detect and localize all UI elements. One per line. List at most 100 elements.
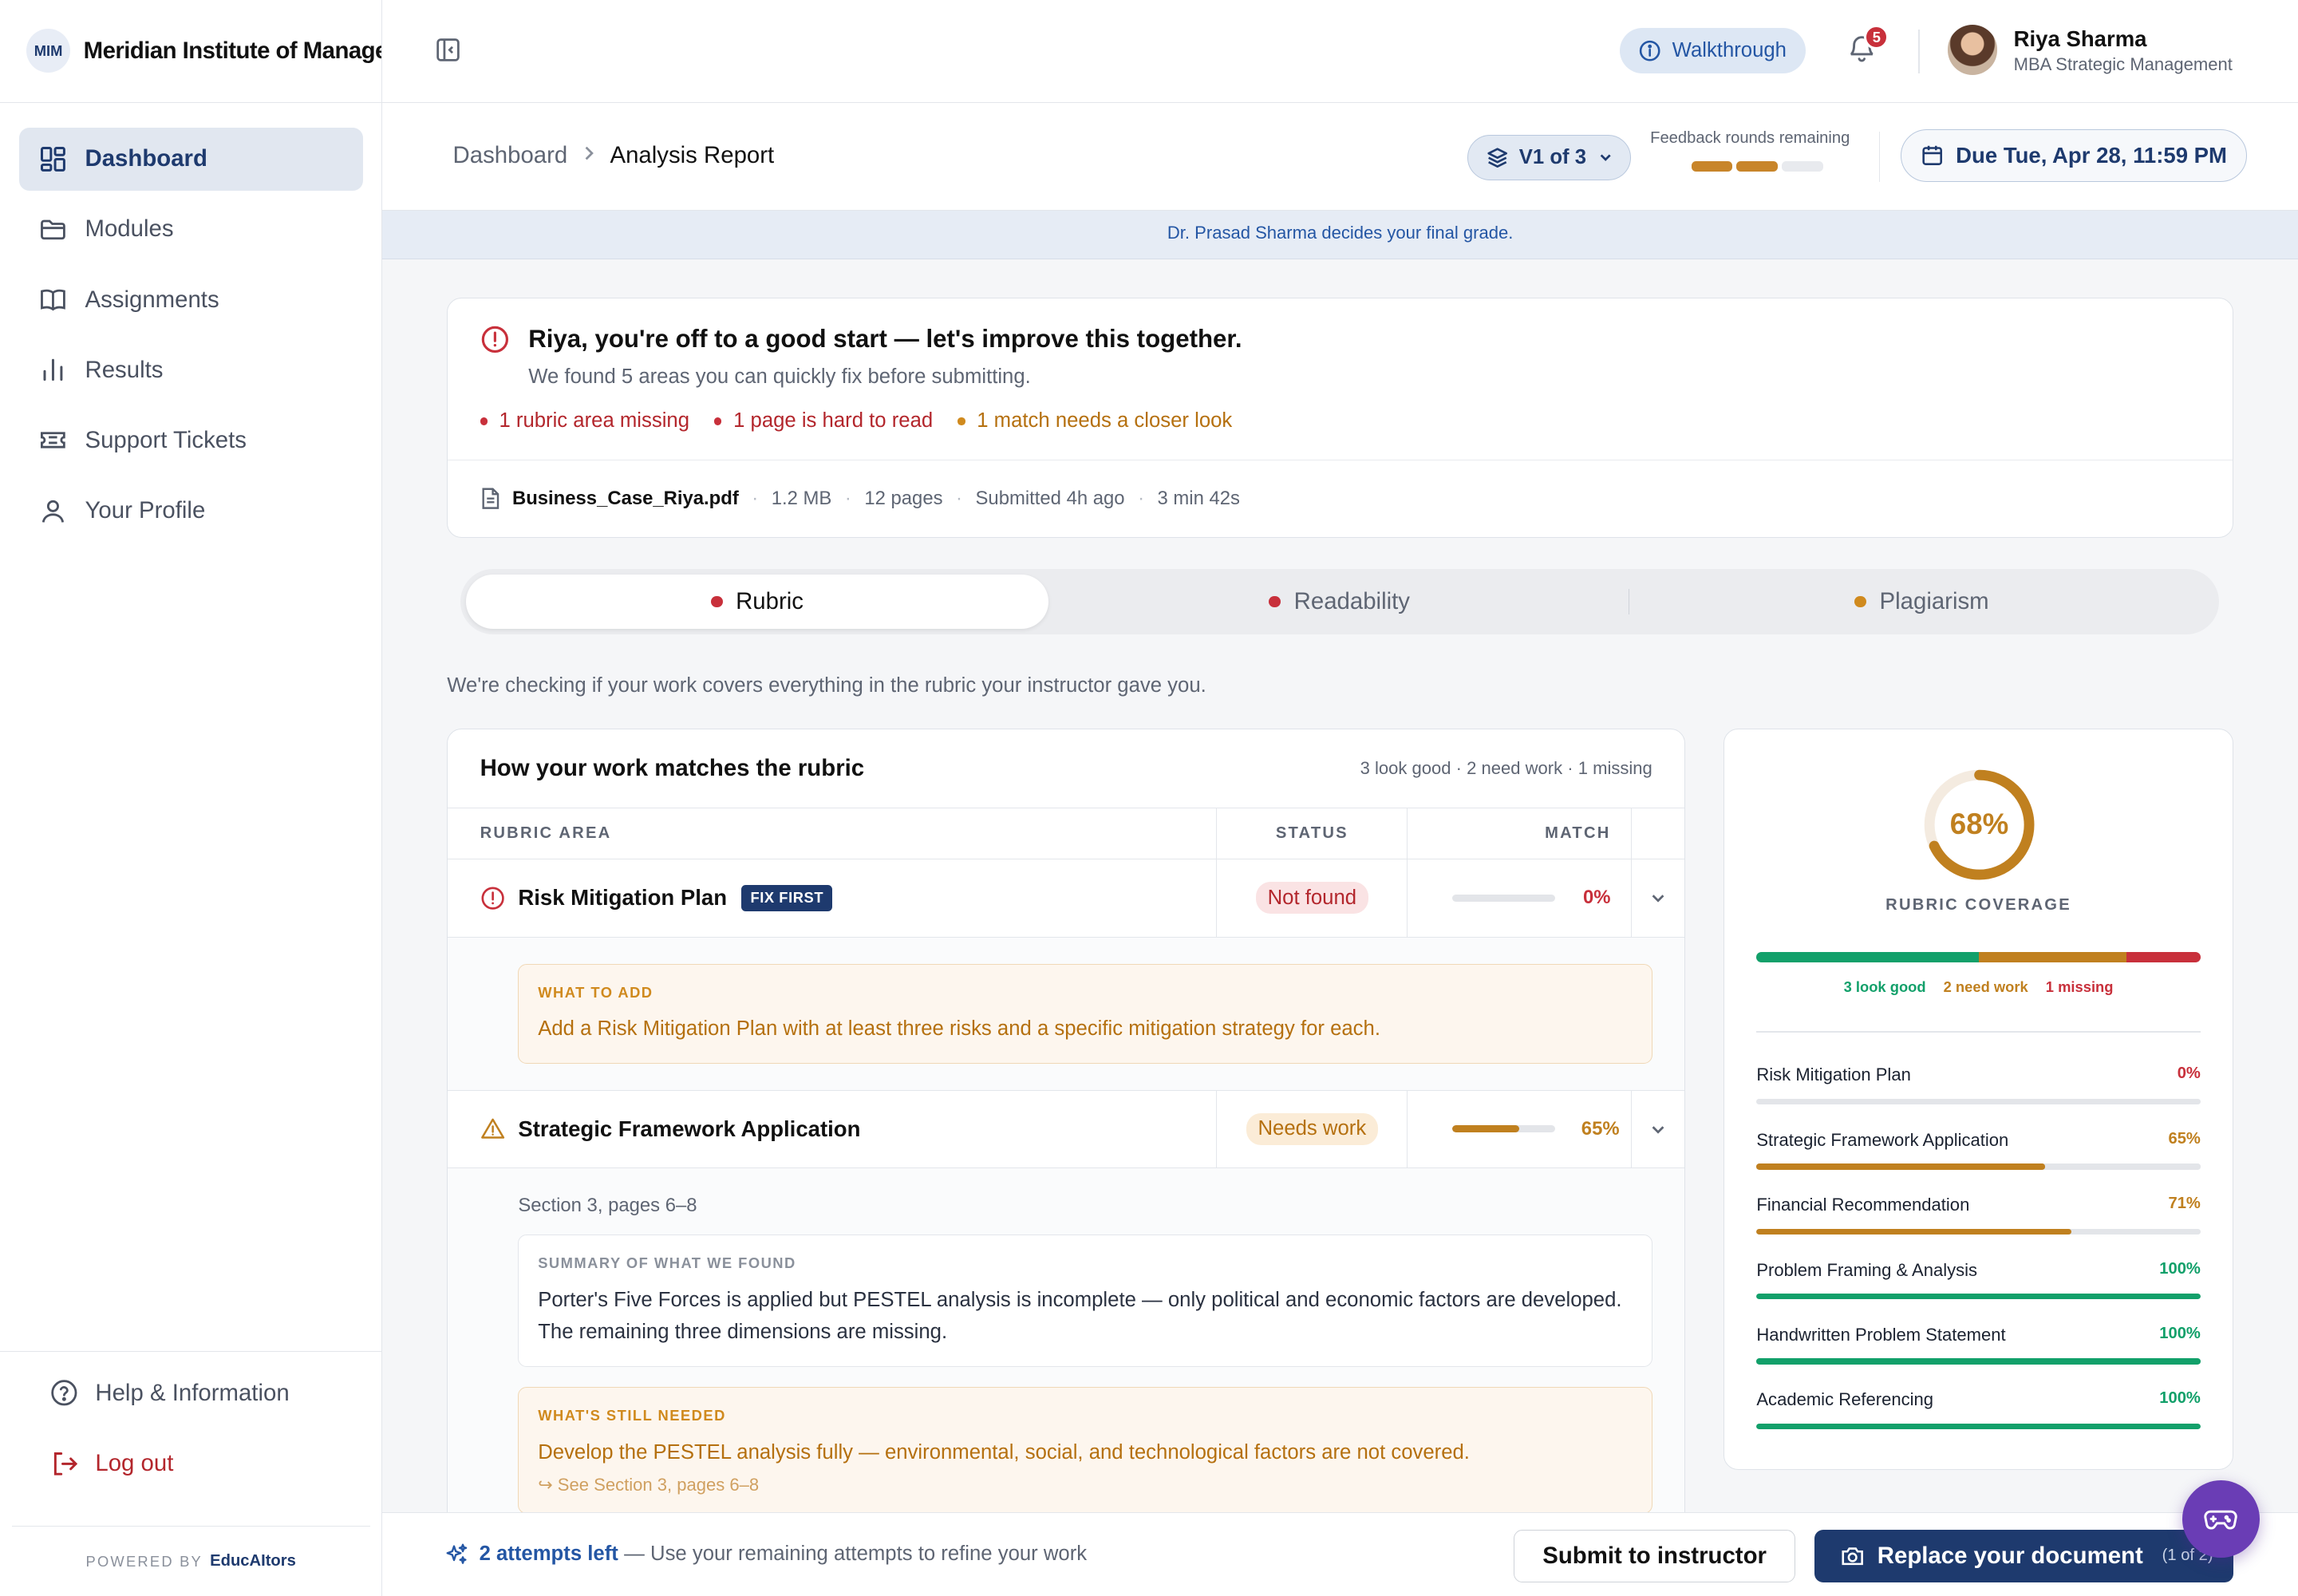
powered-by: POWERED BY EducAItors xyxy=(11,1526,370,1596)
coverage-card: 68% RUBRIC COVERAGE 3 look good 2 need wo… xyxy=(1723,728,2234,1471)
dashboard-icon xyxy=(38,144,68,174)
table-row[interactable]: Strategic Framework Application Needs wo… xyxy=(448,1090,1685,1169)
coverage-segment xyxy=(1756,952,1979,962)
brand[interactable]: MIM Meridian Institute of Management xyxy=(0,0,382,103)
status-badge: Needs work xyxy=(1246,1112,1378,1145)
book-icon xyxy=(38,285,68,314)
feedback-rounds-meter xyxy=(1691,161,1823,172)
expand-toggle[interactable] xyxy=(1632,859,1684,936)
sidebar-item-results[interactable]: Results xyxy=(19,338,363,401)
coverage-item[interactable]: Financial Recommendation 71% xyxy=(1756,1195,2201,1259)
chevron-down-icon xyxy=(1652,895,1664,903)
coverage-item-percent: 65% xyxy=(2168,1129,2201,1148)
coverage-item-row: Handwritten Problem Statement 100% xyxy=(1756,1325,2201,1345)
coverage-item-name: Academic Referencing xyxy=(1756,1389,1934,1410)
column-header-match: MATCH xyxy=(1408,808,1633,859)
powered-by-label: POWERED BY xyxy=(85,1552,203,1570)
rubric-table-header: How your work matches the rubric 3 look … xyxy=(448,729,1685,808)
tab-plagiarism[interactable]: Plagiarism xyxy=(1631,575,2213,629)
tab-status-dot xyxy=(710,595,723,608)
row-detail: Section 3, pages 6–8 SUMMARY OF WHAT WE … xyxy=(448,1168,1685,1513)
file-icon xyxy=(480,487,501,510)
sidebar-nav: Dashboard Modules Assignments Results Su… xyxy=(0,103,381,575)
status-badge: Not found xyxy=(1255,882,1368,915)
attempts-info: 2 attempts left — Use your remaining att… xyxy=(445,1543,1087,1566)
user-icon xyxy=(38,496,68,526)
coverage-segment xyxy=(1978,952,2126,962)
rubric-area-cell: Risk Mitigation Plan FIX FIRST xyxy=(448,859,1218,937)
feedback-round-segment xyxy=(1691,161,1732,172)
issue-hard-to-read[interactable]: 1 page is hard to read xyxy=(714,409,933,433)
tab-status-dot xyxy=(1269,595,1281,608)
summary-title: Riya, you're off to a good start — let's… xyxy=(528,324,1242,353)
note-label: WHAT'S STILL NEEDED xyxy=(538,1407,726,1424)
expand-toggle[interactable] xyxy=(1632,1091,1684,1167)
coverage-item[interactable]: Academic Referencing 100% xyxy=(1756,1389,2201,1454)
avatar[interactable] xyxy=(1947,25,1998,75)
analysis-tabs: Rubric Readability Plagiarism xyxy=(460,568,2219,635)
submit-to-instructor-button[interactable]: Submit to instructor xyxy=(1514,1529,1795,1582)
coverage-item-bar xyxy=(1756,1098,2201,1105)
breadcrumb-dashboard[interactable]: Dashboard xyxy=(453,142,568,169)
table-row[interactable]: Risk Mitigation Plan FIX FIRST Not found… xyxy=(448,859,1685,938)
chevron-right-icon xyxy=(582,144,596,168)
rubric-table-card: How your work matches the rubric 3 look … xyxy=(447,728,1686,1513)
tab-separator xyxy=(1628,589,1630,614)
coverage-item[interactable]: Problem Framing & Analysis 100% xyxy=(1756,1260,2201,1325)
match-bar xyxy=(1452,894,1555,903)
what-to-add-note: WHAT TO ADD Add a Risk Mitigation Plan w… xyxy=(518,963,1652,1064)
action-bar: 2 attempts left — Use your remaining att… xyxy=(382,1512,2298,1596)
topbar-divider xyxy=(1918,29,1921,73)
breadcrumb: Dashboard Analysis Report xyxy=(453,142,775,169)
coverage-item[interactable]: Strategic Framework Application 65% xyxy=(1756,1130,2201,1195)
coverage-label: RUBRIC COVERAGE xyxy=(1885,896,2071,915)
replace-document-button[interactable]: Replace your document (1 of 2) xyxy=(1814,1529,2234,1582)
coverage-item-bar-fill xyxy=(1756,1163,2046,1170)
version-selector[interactable]: V1 of 3 xyxy=(1467,134,1632,180)
sidebar-item-support-tickets[interactable]: Support Tickets xyxy=(19,409,363,472)
sidebar-footer: Help & Information Log out POWERED BY Ed… xyxy=(0,1351,382,1596)
feedback-rounds-label: Feedback rounds remaining xyxy=(1650,128,1850,147)
logout-button[interactable]: Log out xyxy=(49,1434,349,1492)
rubric-intro: We're checking if your work covers every… xyxy=(447,674,1206,697)
coverage-item-name: Problem Framing & Analysis xyxy=(1756,1259,1978,1280)
brand-name: Meridian Institute of Management xyxy=(83,37,382,64)
sidebar-item-modules[interactable]: Modules xyxy=(19,198,363,261)
sidebar-item-dashboard[interactable]: Dashboard xyxy=(18,127,363,191)
due-date-button[interactable]: Due Tue, Apr 28, 11:59 PM xyxy=(1901,128,2247,182)
file-duration: 3 min 42s xyxy=(1157,488,1240,510)
coverage-item-bar xyxy=(1756,1228,2201,1235)
sidebar-item-your-profile[interactable]: Your Profile xyxy=(19,479,363,542)
assistant-fab-button[interactable] xyxy=(2182,1480,2260,1558)
coverage-item-name: Risk Mitigation Plan xyxy=(1756,1065,1911,1085)
meta-separator: · xyxy=(956,488,962,510)
coverage-item[interactable]: Risk Mitigation Plan 0% xyxy=(1756,1065,2201,1129)
coverage-legend: 3 look good 2 need work 1 missing xyxy=(1724,978,2233,996)
version-label: V1 of 3 xyxy=(1518,145,1587,168)
issue-text: 1 rubric area missing xyxy=(499,409,690,433)
feedback-round-segment xyxy=(1782,161,1823,172)
match-value: 65% xyxy=(1581,1117,1620,1140)
summary-card: Riya, you're off to a good start — let's… xyxy=(447,297,2234,539)
tab-readability[interactable]: Readability xyxy=(1048,575,1631,629)
coverage-item-percent: 100% xyxy=(2159,1389,2201,1408)
coverage-item[interactable]: Handwritten Problem Statement 100% xyxy=(1756,1325,2201,1389)
issue-match-closer-look[interactable]: 1 match needs a closer look xyxy=(958,409,1232,433)
rubric-table-title: How your work matches the rubric xyxy=(480,754,865,781)
file-name[interactable]: Business_Case_Riya.pdf xyxy=(512,488,739,510)
see-section-link[interactable]: ↪ See Section 3, pages 6–8 xyxy=(538,1475,1633,1495)
coverage-item-name: Strategic Framework Application xyxy=(1756,1129,2009,1150)
sidebar-item-assignments[interactable]: Assignments xyxy=(19,268,363,331)
help-link[interactable]: Help & Information xyxy=(49,1364,349,1422)
walkthrough-button[interactable]: Walkthrough xyxy=(1619,27,1806,73)
issue-rubric-missing[interactable]: 1 rubric area missing xyxy=(480,409,689,433)
coverage-item-row: Problem Framing & Analysis 100% xyxy=(1756,1260,2201,1281)
sidebar-item-label: Support Tickets xyxy=(85,426,247,453)
rubric-area-name: Risk Mitigation Plan xyxy=(518,885,728,911)
rubric-table-meta: 3 look good · 2 need work · 1 missing xyxy=(1360,757,1652,778)
row-detail: WHAT TO ADD Add a Risk Mitigation Plan w… xyxy=(448,937,1685,1091)
tab-rubric[interactable]: Rubric xyxy=(466,574,1048,629)
rubric-area-name: Strategic Framework Application xyxy=(518,1116,861,1141)
logout-icon xyxy=(49,1448,81,1479)
sidebar-collapse-button[interactable] xyxy=(435,37,464,66)
